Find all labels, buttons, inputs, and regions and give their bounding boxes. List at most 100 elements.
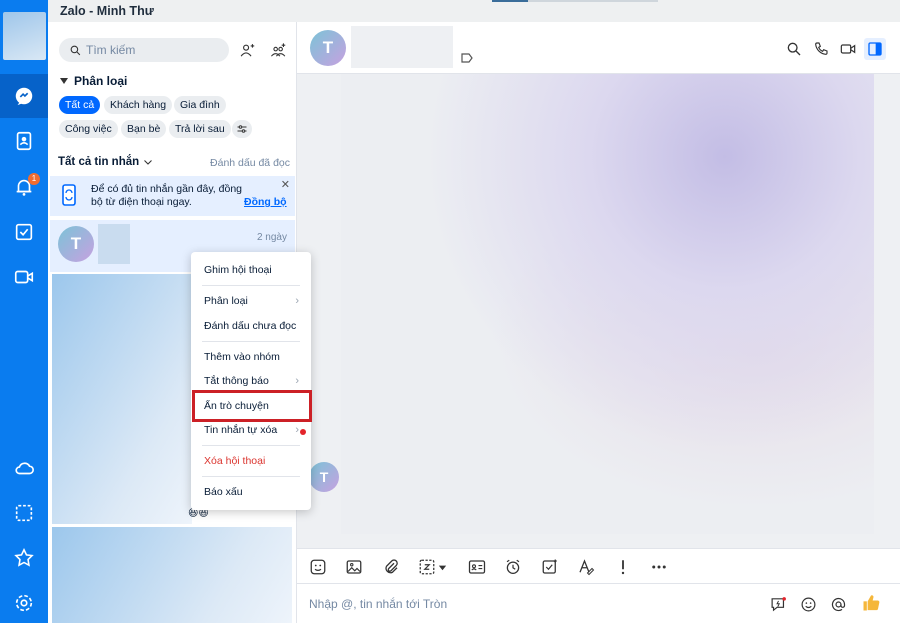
- left-nav: 1: [0, 0, 48, 623]
- menu-separator: [202, 445, 300, 446]
- title-bar-accent: [492, 0, 528, 2]
- menu-item-self-destruct-messages[interactable]: Tin nhắn tự xóa ›: [191, 419, 311, 441]
- chevron-right-icon: ›: [295, 295, 299, 307]
- chat-header: T: [297, 22, 900, 74]
- sync-banner: Để có đủ tin nhắn gần đây, đồng bộ từ đi…: [50, 176, 295, 216]
- notification-badge: 1: [28, 173, 40, 185]
- user-avatar[interactable]: [3, 12, 46, 60]
- sidebar-panel-icon: [868, 42, 882, 56]
- all-messages-dropdown[interactable]: Tất cả tin nhắn: [58, 156, 154, 168]
- triangle-down-icon: [60, 78, 68, 84]
- caret-down-icon: [438, 565, 446, 570]
- message-area[interactable]: T: [297, 74, 900, 548]
- phone-sync-icon: [62, 184, 76, 206]
- search-input[interactable]: Tìm kiếm: [59, 38, 229, 62]
- send-like-button[interactable]: [860, 592, 882, 614]
- nav-screenshot[interactable]: [0, 491, 48, 535]
- menu-item-label: Ghim hội thoại: [204, 264, 272, 276]
- sender-avatar[interactable]: T: [309, 462, 339, 492]
- composer-toolbar: [297, 548, 900, 584]
- thumbs-up-icon: [863, 595, 880, 611]
- reminder-button[interactable]: [502, 556, 524, 578]
- chat-avatar[interactable]: T: [310, 30, 346, 66]
- chevron-down-icon: [144, 160, 153, 165]
- screenshot-z-icon: [419, 559, 435, 575]
- chip-all[interactable]: Tất cả: [59, 96, 101, 114]
- screenshot-icon: [15, 504, 33, 522]
- sync-now-link[interactable]: Đồng bộ: [244, 196, 287, 208]
- quick-message-button[interactable]: [768, 594, 788, 614]
- new-feature-dot: [300, 429, 306, 435]
- more-options-button[interactable]: [648, 556, 670, 578]
- menu-separator: [202, 341, 300, 342]
- mark-all-read-button[interactable]: Đánh dấu đã đọc: [210, 157, 290, 169]
- attach-file-button[interactable]: [380, 556, 402, 578]
- nav-favorites[interactable]: [0, 536, 48, 580]
- avatar: T: [58, 226, 94, 262]
- nav-cloud[interactable]: [0, 446, 48, 490]
- nav-todo[interactable]: [0, 210, 48, 254]
- menu-item-label: Báo xấu: [204, 486, 243, 498]
- add-friend-button[interactable]: [236, 39, 258, 61]
- chip-reply-later[interactable]: Trả lời sau: [169, 120, 231, 138]
- mention-button[interactable]: [828, 594, 848, 614]
- blurred-conversation-item[interactable]: [52, 527, 292, 623]
- menu-item-report[interactable]: Báo xấu: [191, 481, 311, 503]
- send-contact-card-button[interactable]: [466, 556, 488, 578]
- send-image-button[interactable]: [343, 556, 365, 578]
- emoji-button[interactable]: [798, 594, 818, 614]
- chip-family[interactable]: Gia đình: [174, 96, 226, 114]
- at-sign-icon: [831, 597, 845, 611]
- create-task-button[interactable]: [539, 556, 561, 578]
- blurred-conversation-item[interactable]: [52, 274, 192, 524]
- message-input-placeholder[interactable]: Nhập @, tin nhắn tới Tròn: [309, 597, 447, 611]
- chip-friends[interactable]: Bạn bè: [121, 120, 167, 138]
- toggle-info-panel-button[interactable]: [864, 38, 886, 60]
- menu-item-pin-conversation[interactable]: Ghim hội thoại: [191, 259, 311, 281]
- nav-video-call[interactable]: [0, 255, 48, 299]
- chip-filter-settings[interactable]: [232, 120, 252, 138]
- message-composer[interactable]: Nhập @, tin nhắn tới Tròn: [297, 584, 900, 623]
- add-group-icon: [270, 42, 285, 57]
- video-camera-icon: [840, 44, 856, 54]
- menu-item-add-to-group[interactable]: Thêm vào nhóm: [191, 346, 311, 368]
- menu-item-mark-unread[interactable]: Đánh dấu chưa đọc: [191, 315, 311, 337]
- nav-settings[interactable]: [0, 581, 48, 623]
- all-messages-label: Tất cả tin nhắn: [58, 156, 140, 168]
- text-format-button[interactable]: [575, 556, 597, 578]
- mark-important-button[interactable]: [612, 556, 634, 578]
- nav-notifications[interactable]: 1: [0, 165, 48, 209]
- blurred-image-message[interactable]: [341, 74, 874, 534]
- menu-item-mute-notifications[interactable]: Tắt thông báo ›: [191, 370, 311, 392]
- chat-panel: T T Nhập @, tin nhắn tới Tròn: [297, 22, 900, 623]
- voice-call-button[interactable]: [810, 38, 832, 60]
- window-title: Zalo - Minh Thư: [60, 4, 154, 18]
- menu-item-label: Tin nhắn tự xóa: [204, 424, 278, 436]
- video-camera-icon: [14, 270, 34, 284]
- sticker-button[interactable]: [307, 556, 329, 578]
- chat-bubble-icon: [15, 87, 33, 106]
- close-icon[interactable]: ✕: [281, 178, 290, 191]
- menu-item-classify[interactable]: Phân loại ›: [191, 290, 311, 312]
- nav-messages[interactable]: [0, 74, 48, 118]
- video-call-button[interactable]: [837, 38, 859, 60]
- nav-contacts[interactable]: [0, 119, 48, 163]
- title-bar: Zalo - Minh Thư: [0, 0, 900, 22]
- chip-work[interactable]: Công việc: [59, 120, 118, 138]
- create-group-button[interactable]: [267, 39, 289, 61]
- sync-message: Để có đủ tin nhắn gần đây, đồng bộ từ đi…: [91, 183, 243, 208]
- search-messages-button[interactable]: [783, 38, 805, 60]
- checkbox-icon: [15, 223, 33, 241]
- menu-separator: [202, 285, 300, 286]
- tag-icon[interactable]: [461, 53, 473, 63]
- exclamation-icon: [621, 560, 625, 575]
- image-icon: [346, 560, 362, 574]
- alarm-clock-icon: [506, 559, 520, 575]
- chip-customers[interactable]: Khách hàng: [104, 96, 173, 114]
- menu-item-label: Đánh dấu chưa đọc: [204, 320, 297, 332]
- menu-item-delete-conversation[interactable]: Xóa hội thoại: [191, 450, 311, 472]
- phone-icon: [815, 42, 828, 55]
- cloud-icon: [15, 462, 34, 475]
- screenshot-options-dropdown[interactable]: [435, 556, 449, 578]
- classify-section-toggle[interactable]: Phân loại: [60, 74, 127, 88]
